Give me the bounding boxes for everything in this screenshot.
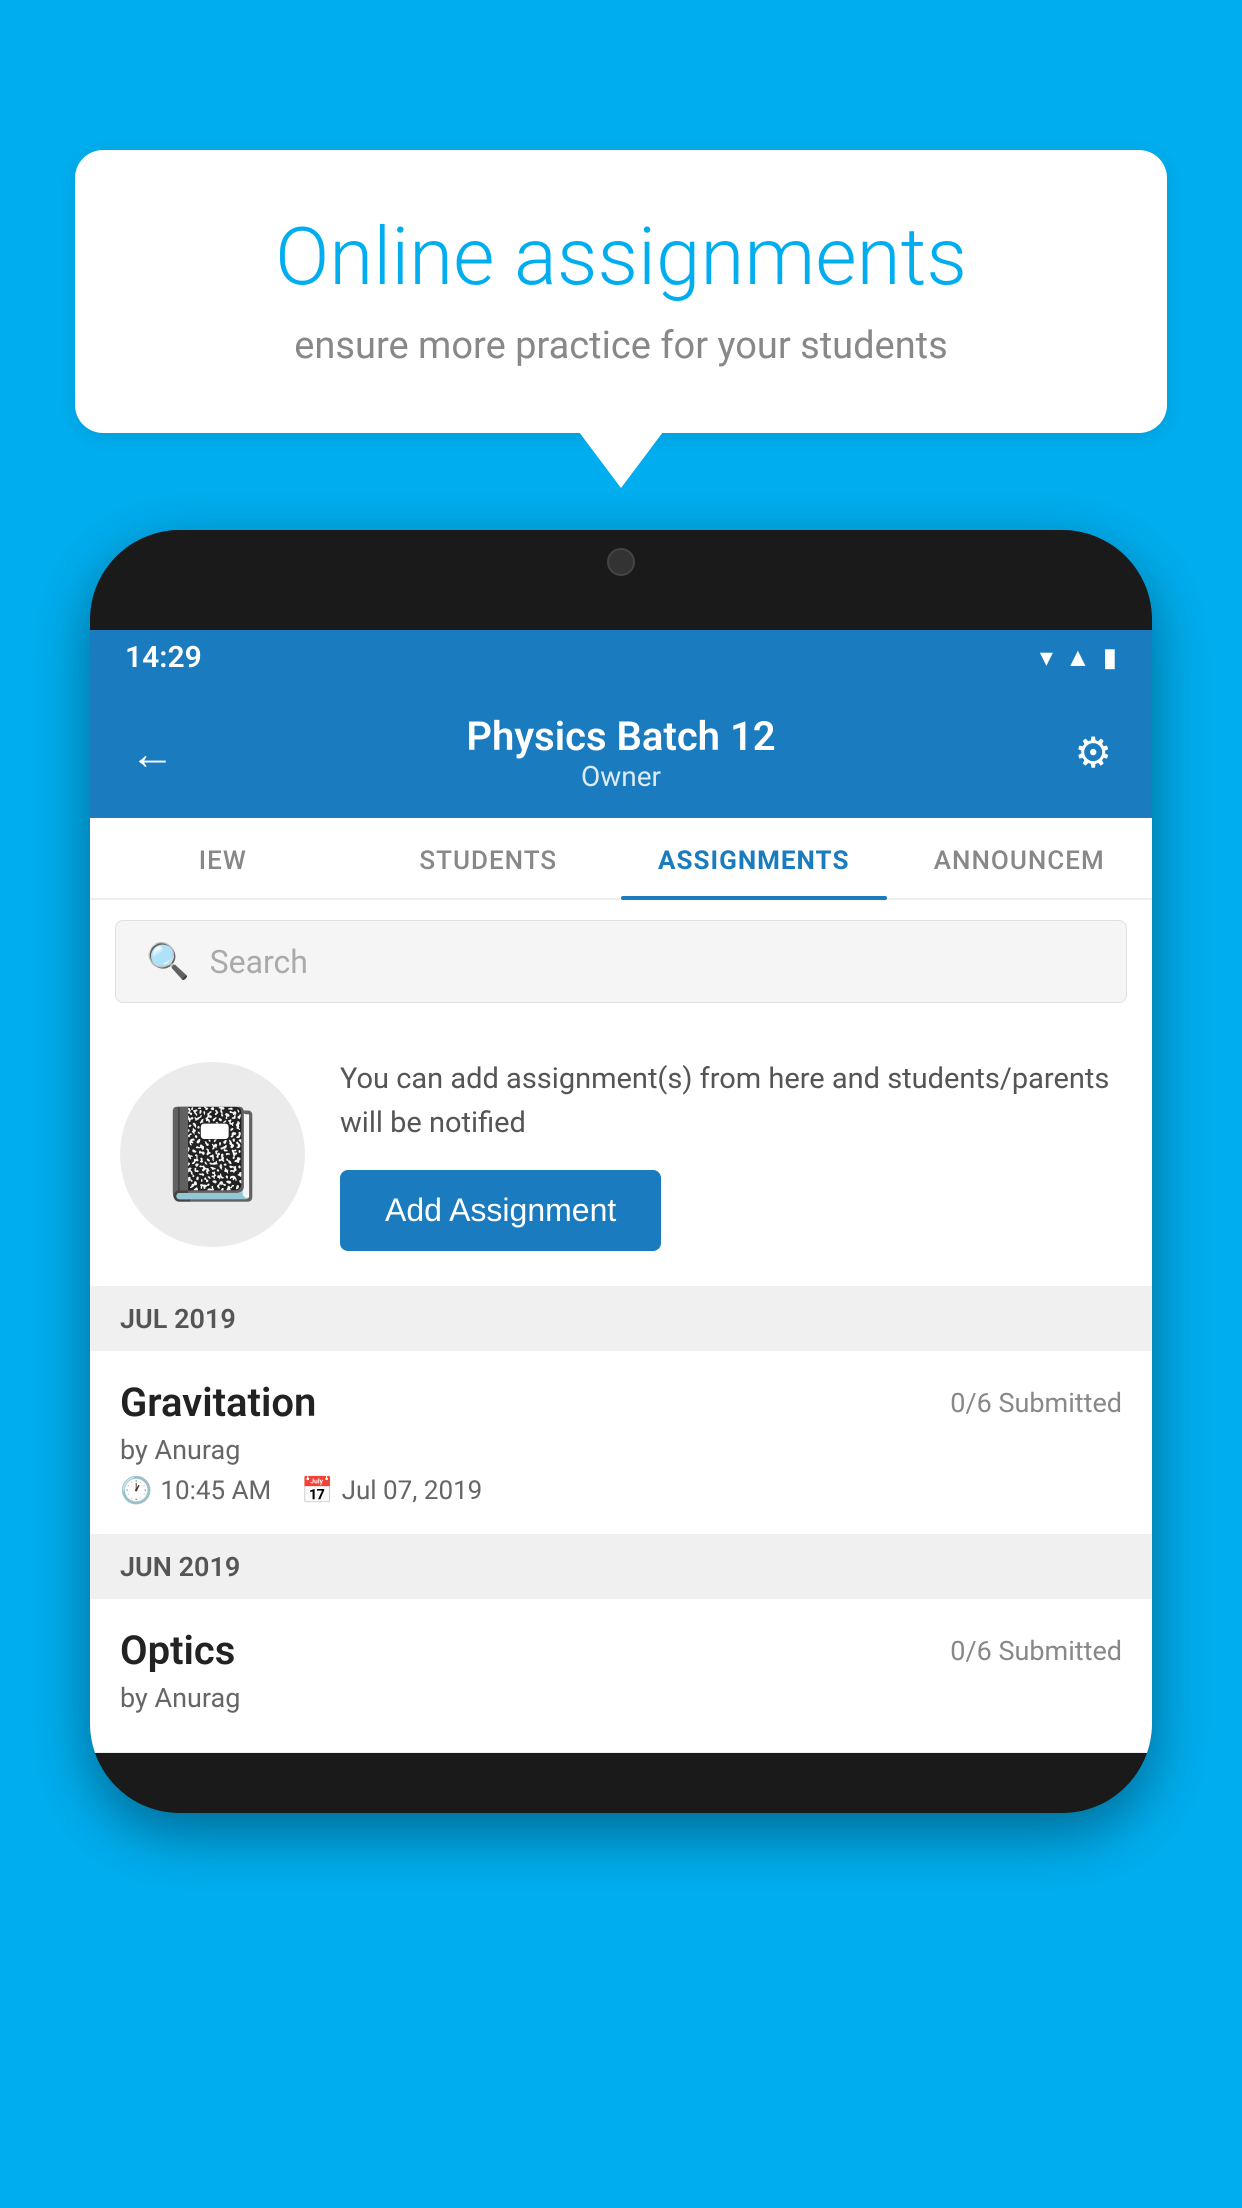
add-assignment-button[interactable]: Add Assignment xyxy=(340,1170,661,1251)
assignment-by-optics: by Anurag xyxy=(120,1682,1122,1714)
status-icons: ▾ ▲ ▮ xyxy=(1040,642,1117,673)
status-time: 14:29 xyxy=(125,640,202,675)
assignment-name-gravitation: Gravitation xyxy=(120,1379,316,1426)
search-icon: 🔍 xyxy=(146,941,190,982)
tab-students[interactable]: STUDENTS xyxy=(356,818,622,898)
tab-assignments[interactable]: ASSIGNMENTS xyxy=(621,818,887,898)
section-header-jul: JUL 2019 xyxy=(90,1287,1152,1351)
assignment-item-header-optics: Optics 0/6 Submitted xyxy=(120,1627,1122,1674)
header-title: Physics Batch 12 xyxy=(190,713,1052,760)
assignment-submitted-optics: 0/6 Submitted xyxy=(950,1635,1122,1667)
assignment-date-gravitation: 📅 Jul 07, 2019 xyxy=(301,1476,482,1506)
phone-bottom-bar xyxy=(90,1753,1152,1813)
status-bar: 14:29 ▾ ▲ ▮ xyxy=(90,630,1152,685)
tabs-bar: IEW STUDENTS ASSIGNMENTS ANNOUNCEM xyxy=(90,818,1152,900)
section-header-jun: JUN 2019 xyxy=(90,1535,1152,1599)
add-assignment-right: You can add assignment(s) from here and … xyxy=(340,1058,1122,1251)
speech-bubble-title: Online assignments xyxy=(145,210,1097,304)
assignment-item-header: Gravitation 0/6 Submitted xyxy=(120,1379,1122,1426)
settings-button[interactable]: ⚙ xyxy=(1052,728,1112,778)
tab-announcements[interactable]: ANNOUNCEM xyxy=(887,818,1153,898)
calendar-icon: 📅 xyxy=(301,1476,333,1506)
date-value: Jul 07, 2019 xyxy=(342,1476,483,1506)
assignment-by-gravitation: by Anurag xyxy=(120,1434,1122,1466)
assignment-icon-circle: 📓 xyxy=(120,1062,305,1247)
assignment-item-gravitation[interactable]: Gravitation 0/6 Submitted by Anurag 🕐 10… xyxy=(90,1351,1152,1535)
app-header: ← Physics Batch 12 Owner ⚙ xyxy=(90,685,1152,818)
add-assignment-area: 📓 You can add assignment(s) from here an… xyxy=(90,1023,1152,1287)
phone-camera xyxy=(607,548,635,576)
search-input[interactable]: 🔍 Search xyxy=(115,920,1127,1003)
assignment-item-optics[interactable]: Optics 0/6 Submitted by Anurag xyxy=(90,1599,1152,1753)
signal-icon: ▲ xyxy=(1065,642,1091,673)
header-subtitle: Owner xyxy=(190,760,1052,793)
assignment-time-gravitation: 🕐 10:45 AM xyxy=(120,1476,271,1506)
phone-top xyxy=(90,530,1152,630)
back-button[interactable]: ← xyxy=(130,727,190,780)
assignment-name-optics: Optics xyxy=(120,1627,235,1674)
phone-notch xyxy=(511,530,731,590)
phone-content: 🔍 Search 📓 You can add assignment(s) fro… xyxy=(90,900,1152,1753)
search-placeholder: Search xyxy=(210,943,308,981)
speech-bubble-subtitle: ensure more practice for your students xyxy=(145,324,1097,368)
assignment-submitted-gravitation: 0/6 Submitted xyxy=(950,1387,1122,1419)
header-center: Physics Batch 12 Owner xyxy=(190,713,1052,793)
speech-bubble-container: Online assignments ensure more practice … xyxy=(75,150,1167,433)
battery-icon: ▮ xyxy=(1103,643,1117,673)
clock-icon: 🕐 xyxy=(120,1476,152,1506)
assignment-meta-gravitation: 🕐 10:45 AM 📅 Jul 07, 2019 xyxy=(120,1476,1122,1506)
tab-iew[interactable]: IEW xyxy=(90,818,356,898)
speech-bubble: Online assignments ensure more practice … xyxy=(75,150,1167,433)
search-bar: 🔍 Search xyxy=(90,900,1152,1023)
add-assignment-description: You can add assignment(s) from here and … xyxy=(340,1058,1122,1145)
notebook-icon: 📓 xyxy=(156,1102,268,1207)
phone-frame: 14:29 ▾ ▲ ▮ ← Physics Batch 12 Owner ⚙ I… xyxy=(90,530,1152,1813)
wifi-icon: ▾ xyxy=(1040,643,1053,673)
time-value: 10:45 AM xyxy=(160,1476,271,1506)
